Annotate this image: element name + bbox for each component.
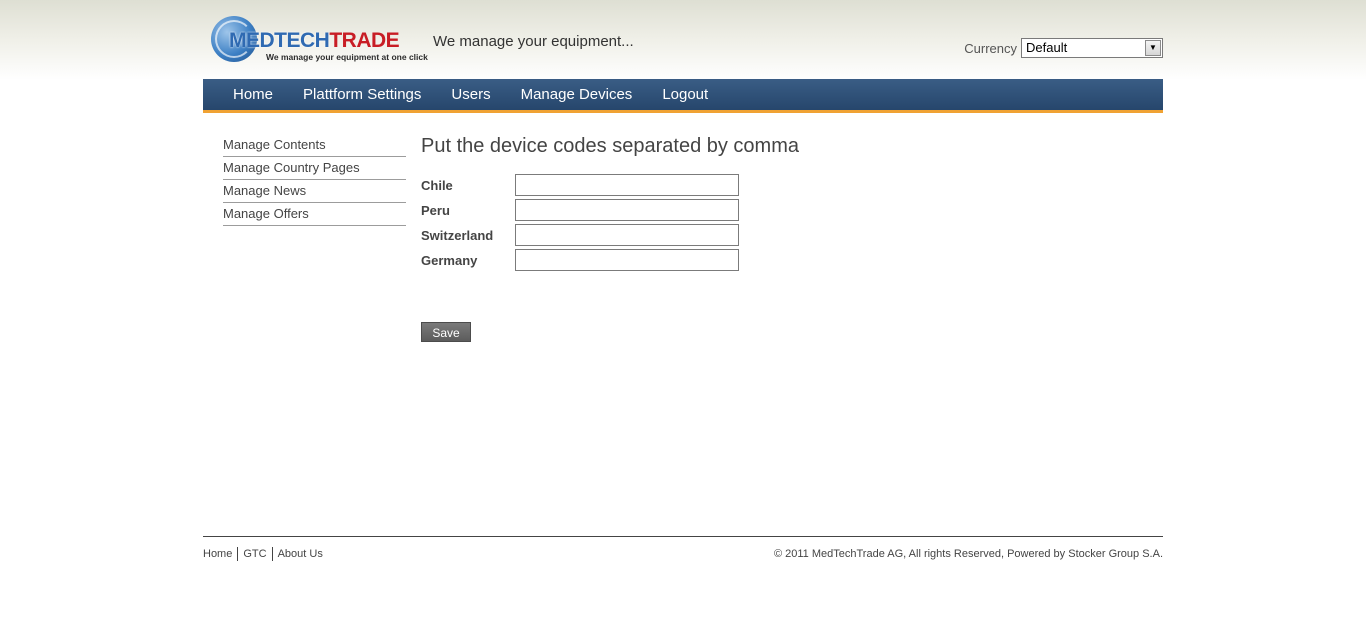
sidebar-item-manage-country-pages[interactable]: Manage Country Pages xyxy=(223,157,406,180)
logo-wordmark: MEDTECHTRADE xyxy=(229,29,400,53)
site-tagline: We manage your equipment... xyxy=(433,33,634,50)
field-label-peru: Peru xyxy=(421,202,450,218)
germany-codes-input[interactable] xyxy=(515,249,739,271)
field-label-switzerland: Switzerland xyxy=(421,227,494,243)
field-label-chile: Chile xyxy=(421,177,453,193)
currency-selected-value: Default xyxy=(1026,40,1068,55)
currency-select[interactable]: Default ▼ xyxy=(1021,38,1163,58)
form-row-chile: Chile xyxy=(421,174,739,196)
chile-codes-input[interactable] xyxy=(515,174,739,196)
page-container: MEDTECHTRADE We manage your equipment at… xyxy=(203,0,1163,643)
page-title: Put the device codes separated by comma xyxy=(421,135,799,157)
form-row-switzerland: Switzerland xyxy=(421,224,739,246)
sidebar-item-manage-news[interactable]: Manage News xyxy=(223,180,406,203)
field-label-germany: Germany xyxy=(421,252,478,268)
save-button[interactable]: Save xyxy=(421,322,471,342)
currency-selector: Currency Default ▼ xyxy=(964,38,1163,58)
footer-link-about-us[interactable]: About Us xyxy=(271,547,328,561)
nav-item-users[interactable]: Users xyxy=(436,79,505,110)
form-row-peru: Peru xyxy=(421,199,739,221)
logo-brand-prefix: MEDTECH xyxy=(229,29,330,52)
sidebar-item-manage-contents[interactable]: Manage Contents xyxy=(223,134,406,157)
sidebar-item-manage-offers[interactable]: Manage Offers xyxy=(223,203,406,226)
copyright-text: © 2011 MedTechTrade AG, All rights Reser… xyxy=(773,548,1163,560)
currency-label: Currency xyxy=(964,40,1017,56)
nav-item-home[interactable]: Home xyxy=(203,79,288,110)
switzerland-codes-input[interactable] xyxy=(515,224,739,246)
footer-link-home[interactable]: Home xyxy=(203,547,237,561)
main-navigation: Home Plattform Settings Users Manage Dev… xyxy=(203,79,1163,113)
nav-item-plattform-settings[interactable]: Plattform Settings xyxy=(288,79,436,110)
logo-brand-suffix: TRADE xyxy=(329,29,400,52)
footer-link-gtc[interactable]: GTC xyxy=(237,547,271,561)
footer-links: Home GTC About Us xyxy=(203,547,328,561)
form-row-germany: Germany xyxy=(421,249,739,271)
chevron-down-icon[interactable]: ▼ xyxy=(1145,40,1161,56)
nav-item-manage-devices[interactable]: Manage Devices xyxy=(506,79,648,110)
site-logo[interactable]: MEDTECHTRADE We manage your equipment at… xyxy=(211,14,428,66)
peru-codes-input[interactable] xyxy=(515,199,739,221)
main-content: Put the device codes separated by comma … xyxy=(421,132,1161,342)
sidebar: Manage Contents Manage Country Pages Man… xyxy=(223,134,406,226)
nav-item-logout[interactable]: Logout xyxy=(647,79,723,110)
footer-divider xyxy=(203,536,1163,537)
logo-tagline: We manage your equipment at one click xyxy=(266,52,428,62)
